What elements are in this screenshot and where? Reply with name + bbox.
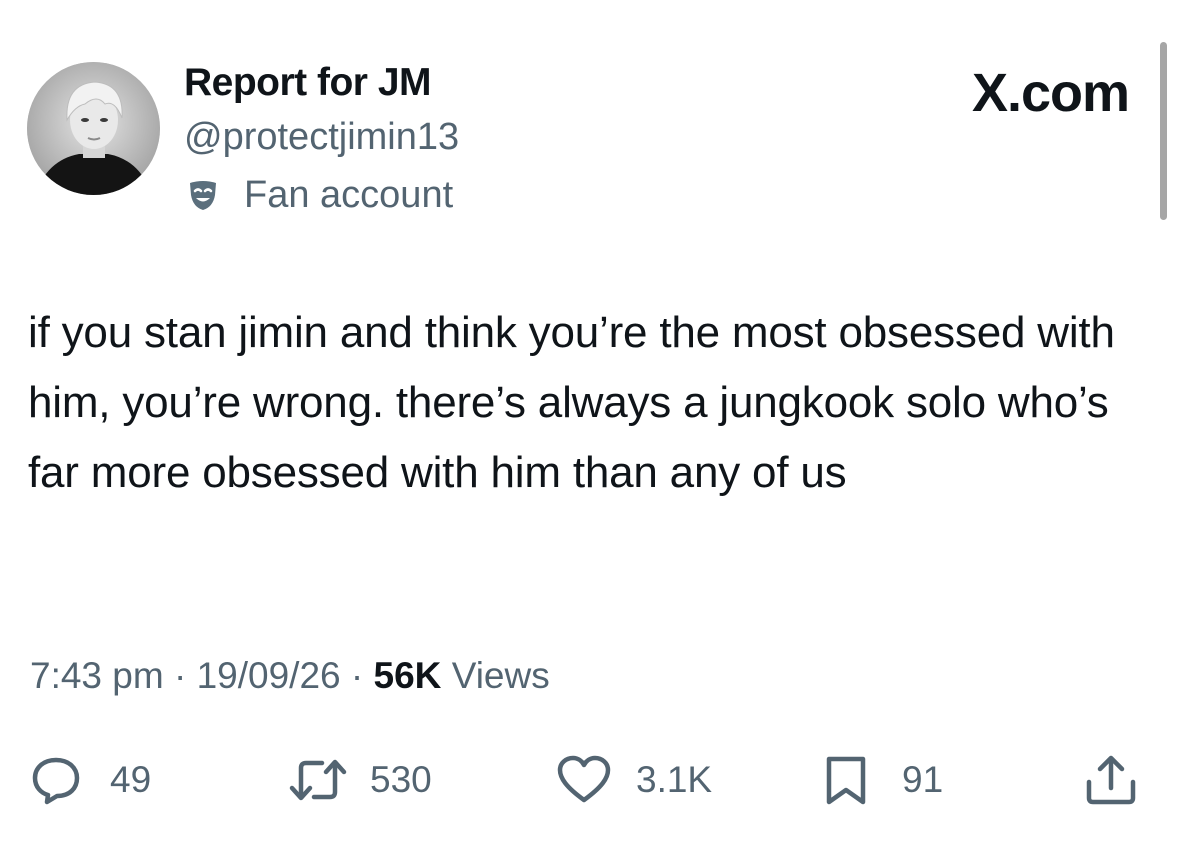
author-display-name[interactable]: Report for JM [184,60,432,106]
bookmark-icon [822,754,870,806]
repost-icon [288,754,348,806]
repost-count: 530 [370,759,432,800]
fan-account-label: Fan account [186,172,453,218]
author-handle[interactable]: @protectjimin13 [184,114,459,160]
theater-mask-icon [186,178,220,212]
heart-icon [556,754,612,806]
x-com-watermark: X.com [971,63,1130,123]
tweet-date[interactable]: 19/09/26 [197,655,341,696]
like-count: 3.1K [636,759,713,800]
bookmark-count: 91 [902,759,944,800]
scrollbar[interactable] [1160,42,1167,220]
meta-separator: · [173,655,187,696]
like-button[interactable]: 3.1K [556,754,712,806]
tweet-time[interactable]: 7:43 pm [30,655,164,696]
views-count: 56K [373,655,442,696]
views-label: Views [451,655,550,696]
reply-button[interactable]: 49 [30,754,151,806]
repost-button[interactable]: 530 [288,754,432,806]
avatar[interactable] [27,62,160,195]
profile-photo-icon [27,62,160,195]
reply-count: 49 [110,759,152,800]
reply-icon [30,754,82,806]
share-button[interactable] [1083,754,1139,806]
fan-account-text: Fan account [244,174,454,216]
tweet-card: Report for JM @protectjimin13 Fan accoun… [0,0,1179,854]
tweet-metadata: 7:43 pm · 19/09/26 · 56K Views [30,653,550,699]
bookmark-button[interactable]: 91 [822,754,943,806]
tweet-text: if you stan jimin and think you’re the m… [28,308,1115,497]
share-icon [1083,754,1139,806]
meta-separator: · [350,655,364,696]
action-bar: 49 530 3.1K 91 [0,754,1179,806]
